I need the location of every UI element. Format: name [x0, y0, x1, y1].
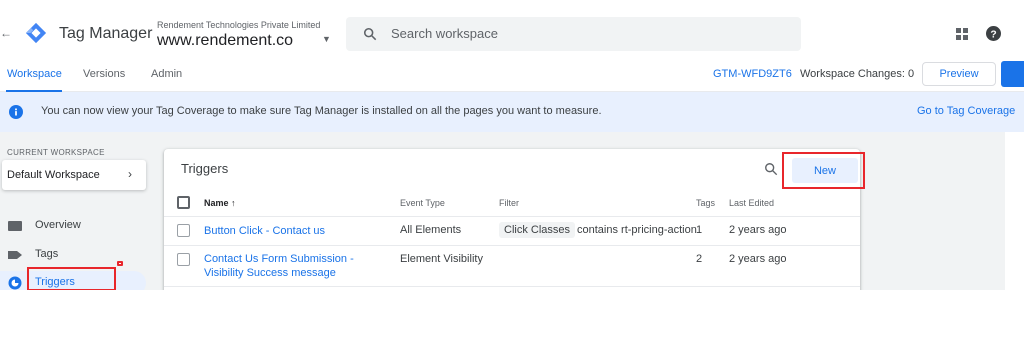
svg-text:?: ? [990, 29, 996, 40]
column-header-event-type[interactable]: Event Type [400, 198, 445, 208]
container-id[interactable]: GTM-WFD9ZT6 [713, 68, 792, 80]
tab-admin[interactable]: Admin [151, 68, 182, 80]
tag-coverage-banner: You can now view your Tag Coverage to ma… [0, 92, 1024, 132]
product-name: Tag Manager [59, 25, 153, 42]
top-bar: ← Tag Manager Rendement Technologies Pri… [0, 0, 1024, 58]
sidebar-item-label: Overview [35, 219, 81, 231]
submit-button-edge[interactable] [1001, 61, 1024, 87]
event-type: Element Visibility [400, 253, 483, 265]
column-header-name[interactable]: Name ↑ [204, 198, 236, 208]
divider [164, 286, 860, 287]
column-header-last-edited[interactable]: Last Edited [729, 198, 774, 208]
filter-condition: contains rt-pricing-action [577, 224, 697, 236]
info-icon [9, 105, 23, 119]
help-icon[interactable]: ? [986, 26, 1001, 41]
blank-area [0, 290, 1024, 339]
account-name: Rendement Technologies Private Limited [157, 20, 321, 30]
column-header-tags[interactable]: Tags [696, 198, 715, 208]
sidebar-item-overview[interactable]: Overview [0, 214, 146, 238]
preview-button[interactable]: Preview [922, 62, 996, 86]
search-bar[interactable] [346, 17, 801, 51]
tag-coverage-link[interactable]: Go to Tag Coverage [917, 105, 1015, 117]
apps-icon[interactable] [956, 28, 968, 40]
trigger-name-link[interactable]: Button Click - Contact us [204, 224, 325, 238]
search-icon[interactable] [764, 162, 778, 176]
search-icon [363, 27, 377, 41]
trigger-name-link[interactable]: Contact Us Form Submission - Visibility … [204, 252, 394, 280]
sidebar-item-tags[interactable]: Tags [0, 243, 146, 267]
annotation-marker [117, 261, 123, 266]
tab-versions[interactable]: Versions [83, 68, 125, 80]
container-name[interactable]: www.rendement.co [157, 32, 293, 50]
row-checkbox[interactable] [177, 224, 190, 237]
trigger-icon [8, 276, 22, 290]
row-checkbox[interactable] [177, 253, 190, 266]
divider [164, 245, 860, 246]
filter-variable-chip: Click Classes [499, 222, 576, 238]
container-dropdown-icon[interactable]: ▼ [322, 34, 331, 44]
select-all-checkbox[interactable] [177, 196, 190, 209]
last-edited: 2 years ago [729, 224, 787, 236]
banner-message: You can now view your Tag Coverage to ma… [41, 105, 602, 117]
current-workspace-heading: CURRENT WORKSPACE [7, 148, 105, 157]
search-input[interactable] [391, 26, 791, 41]
overview-icon [8, 221, 22, 231]
chevron-right-icon: › [128, 167, 132, 181]
divider [164, 216, 860, 217]
tab-workspace[interactable]: Workspace [7, 68, 62, 80]
workspace-changes: Workspace Changes: 0 [800, 68, 915, 80]
tag-count: 1 [696, 224, 703, 236]
workspace-nav: Workspace Versions Admin GTM-WFD9ZT6 Wor… [0, 58, 1024, 92]
page-title: Triggers [181, 161, 229, 176]
highlight-box-triggers [27, 267, 116, 291]
back-arrow-icon[interactable]: ← [0, 26, 12, 40]
event-type: All Elements [400, 224, 462, 236]
tag-manager-logo[interactable] [25, 22, 47, 44]
sidebar-item-label: Tags [35, 248, 59, 260]
workspace-selector[interactable]: Default Workspace › [2, 160, 146, 190]
highlight-box-new [782, 152, 865, 189]
column-header-filter[interactable]: Filter [499, 198, 519, 208]
tag-count: 2 [696, 253, 703, 265]
workspace-name: Default Workspace [7, 169, 100, 181]
last-edited: 2 years ago [729, 253, 787, 265]
tag-icon [8, 251, 22, 259]
triggers-card: Triggers New Name ↑ Event Type Filter Ta… [164, 149, 865, 299]
